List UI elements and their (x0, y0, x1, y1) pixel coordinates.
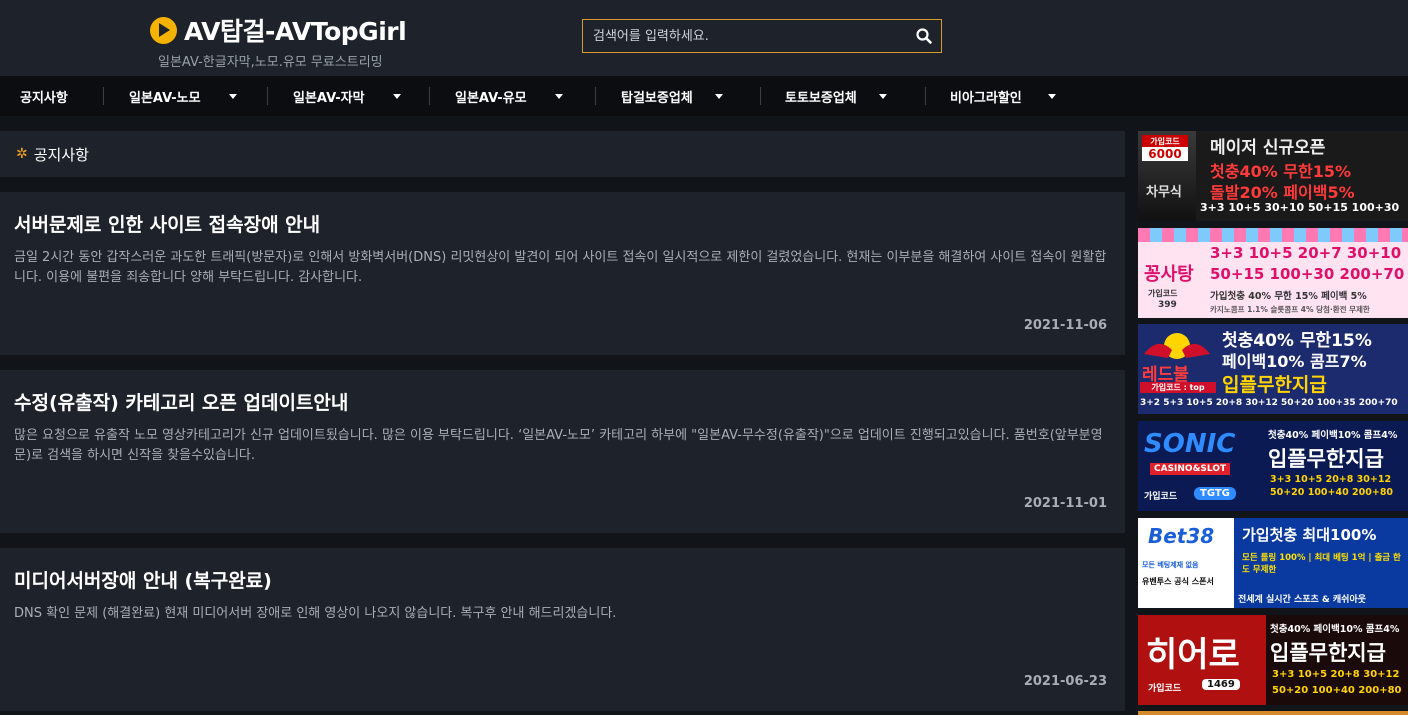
banner-line: 모든 롤링 100% | 최대 베팅 1억 | 출금 한도 무제한 (1242, 553, 1401, 575)
site-subtitle: 일본AV-한글자막,노모.유모 무료스트리밍 (158, 55, 383, 70)
banner-line: 모든 베팅제재 없음 (1142, 561, 1199, 569)
nav-divider (103, 87, 104, 105)
banner-line: 입플무한지급 (1268, 447, 1384, 471)
banner-line: 입플무한지급 (1222, 374, 1327, 396)
post-title[interactable]: 미디어서버장애 안내 (복구완료) (14, 566, 272, 593)
nav-item-label: 일본AV-노모 (129, 90, 201, 106)
post-date: 2021-11-06 (1023, 318, 1107, 333)
caret-down-icon (714, 93, 723, 99)
banner-code: 399 (1158, 300, 1177, 310)
banner-line: 가입첫충 40% 무한 15% 페이백 5% (1210, 291, 1367, 302)
post-title[interactable]: 수정(유출작) 카테고리 오픈 업데이트안내 (14, 388, 348, 415)
post-date: 2021-11-01 (1023, 496, 1107, 511)
banner-code-label: 가입코드 (1148, 289, 1178, 298)
banner-brand: 차무식 (1146, 185, 1182, 200)
nav-item-label: 일본AV-자막 (293, 90, 365, 106)
nav-item-label: 비아그라할인 (950, 90, 1022, 106)
post-excerpt: 금일 2시간 동안 갑작스러운 과도한 트래픽(방문자)로 인해서 방화벽서버(… (14, 250, 1107, 285)
post-date: 2021-06-23 (1023, 674, 1107, 689)
banner-line: 전세계 실시간 스포츠 & 캐쉬아웃 (1238, 595, 1367, 605)
ad-banner-sonic[interactable]: SONIC CASINO&SLOT 가입코드 TGTG 첫충40% 페이백10%… (1138, 421, 1408, 511)
banner-line: 카지노콤프 1.1% 슬롯콤프 4% 당첨·환전 무제한 (1210, 305, 1370, 314)
banner-line: 3+3 10+5 20+8 30+12 (1272, 669, 1400, 680)
nav-item-label: 일본AV-유모 (455, 90, 527, 106)
play-icon (150, 16, 177, 44)
nav-item-notice[interactable]: 공지사항 (20, 76, 103, 116)
banner-brand: 히어로 (1146, 635, 1240, 675)
banner-line: 돌발20% 페이백5% (1210, 183, 1355, 202)
caret-down-icon (228, 93, 237, 99)
banner-brand: Bet38 (1148, 524, 1215, 548)
banner-headline: 첫충40% 페이백10% 콤프4% (1268, 430, 1398, 441)
banner-line: 3+2 5+3 10+5 20+8 30+12 50+20 100+35 200… (1140, 398, 1398, 408)
search-input[interactable] (583, 20, 903, 52)
search-box (582, 19, 942, 53)
nav-item-label: 토토보증업체 (785, 90, 857, 106)
banner-line: 50+20 100+40 200+80 (1272, 685, 1402, 696)
ad-banner-redbull[interactable]: 레드불 가입코드 : top 첫충40% 무한15% 페이백10% 콤프7% 입… (1138, 324, 1408, 414)
banner-brand: SONIC (1144, 429, 1236, 459)
nav-item-jav-uncensored[interactable]: 일본AV-노모 (129, 76, 267, 116)
nav-divider (760, 87, 761, 105)
banner-decoration (1138, 228, 1408, 242)
banner-line: 3+3 10+5 20+8 30+12 50+20 100+40 200+80 (1270, 474, 1394, 498)
banner-code: 1469 (1202, 679, 1240, 690)
caret-down-icon (878, 93, 887, 99)
banner-headline: 3+3 10+5 20+7 30+10 (1210, 244, 1402, 262)
caret-down-icon (1047, 93, 1056, 99)
nav-divider (429, 87, 430, 105)
site-header: AV탑걸-AVTopGirl 일본AV-한글자막,노모.유모 무료스트리밍 (0, 0, 1408, 76)
caret-down-icon (392, 93, 401, 99)
banner-line: 50+15 100+30 200+70 (1210, 265, 1405, 283)
nav-item-jav-censored[interactable]: 일본AV-유모 (455, 76, 595, 116)
nav-divider (595, 87, 596, 105)
banner-code: TGTG (1194, 487, 1236, 500)
nav-item-toto-sites[interactable]: 토토보증업체 (785, 76, 925, 116)
notice-post[interactable]: 서버문제로 인한 사이트 접속장애 안내 금일 2시간 동안 갑작스러운 과도한… (0, 192, 1125, 355)
post-excerpt: 많은 요청으로 유출작 노모 영상카테고리가 신규 업데이트됬습니다. 많은 이… (14, 428, 1103, 463)
notice-post[interactable]: 미디어서버장애 안내 (복구완료) DNS 확인 문제 (해결완료) 현재 미디… (0, 548, 1125, 711)
nav-divider (925, 87, 926, 105)
site-title[interactable]: AV탑걸-AVTopGirl (184, 12, 407, 48)
banner-line: 페이백10% 콤프7% (1222, 352, 1367, 371)
nav-item-verified-sites[interactable]: 탑걸보증업체 (621, 76, 760, 116)
banner-code-label: 가입코드 (1148, 684, 1182, 694)
ad-banner-partial[interactable] (1138, 711, 1408, 715)
gear-icon: ✲ (16, 146, 28, 162)
search-icon[interactable] (915, 27, 933, 45)
post-title[interactable]: 서버문제로 인한 사이트 접속장애 안내 (14, 210, 320, 237)
banner-code-label: 가입코드 (1144, 492, 1178, 502)
nav-item-jav-subtitle[interactable]: 일본AV-자막 (293, 76, 429, 116)
banner-code-label: 가입코드 : top (1140, 382, 1216, 393)
ad-banner-hero[interactable]: 히어로 가입코드 1469 첫충40% 페이백10% 콤프4% 입플무한지급 3… (1138, 615, 1408, 705)
site-logo[interactable]: AV탑걸-AVTopGirl (150, 12, 407, 48)
banner-headline: 가입첫충 최대100% (1242, 526, 1377, 544)
nav-item-viagra-discount[interactable]: 비아그라할인 (950, 76, 1090, 116)
banner-code: 6000 (1142, 147, 1188, 161)
main-nav: 공지사항 일본AV-노모 일본AV-자막 일본AV-유모 탑걸보증업체 토토보증… (0, 76, 1408, 116)
nav-divider (267, 87, 268, 105)
notice-board: ✲ 공지사항 (0, 131, 1125, 177)
banner-tagline: CASINO&SLOT (1150, 463, 1231, 475)
ad-banner-kkongsatang[interactable]: 꽁사탕 가입코드 399 3+3 10+5 20+7 30+10 50+15 1… (1138, 228, 1408, 318)
banner-code-label: 유벤투스 공식 스폰서 (1142, 577, 1214, 586)
section-title: 공지사항 (33, 145, 89, 164)
post-excerpt: DNS 확인 문제 (해결완료) 현재 미디어서버 장애로 인해 영상이 나오지… (14, 606, 617, 621)
banner-brand: 꽁사탕 (1144, 264, 1194, 285)
section-header: ✲ 공지사항 (0, 131, 1125, 177)
banner-headline: 첫충40% 페이백10% 콤프4% (1270, 624, 1400, 635)
nav-item-label: 탑걸보증업체 (621, 90, 693, 106)
ad-banner-chamusik[interactable]: 가입코드 6000 차무식 메이저 신규오픈 첫충40% 무한15% 돌발20%… (1138, 131, 1408, 221)
banner-line: 3+3 10+5 30+10 50+15 100+30 (1200, 201, 1400, 214)
banner-headline: 메이저 신규오픈 (1210, 138, 1326, 158)
notice-post[interactable]: 수정(유출작) 카테고리 오픈 업데이트안내 많은 요청으로 유출작 노모 영상… (0, 370, 1125, 533)
ad-banner-bet38[interactable]: Bet38 모든 베팅제재 없음 유벤투스 공식 스폰서 가입첫충 최대100%… (1138, 518, 1408, 608)
banner-line: 입플무한지급 (1270, 641, 1386, 665)
nav-item-label: 공지사항 (20, 90, 68, 106)
caret-down-icon (554, 93, 563, 99)
